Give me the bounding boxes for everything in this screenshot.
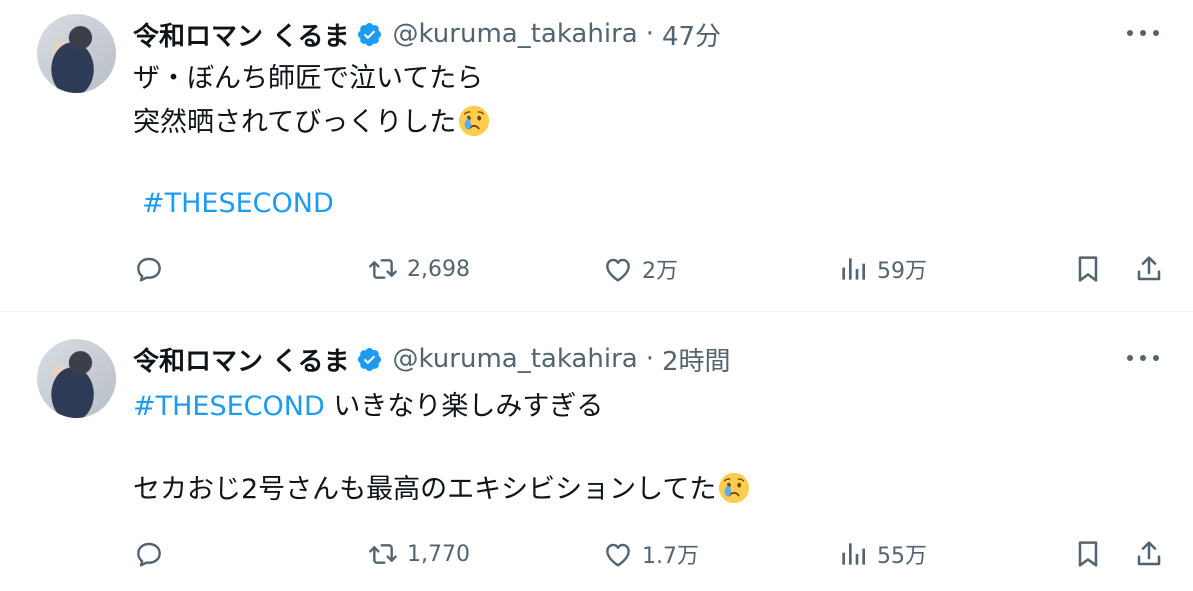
hashtag-link[interactable]: #THESECOND (142, 182, 334, 226)
tweet-text-line: セカおじ2号さんも最高のエキシビションしてた (133, 468, 751, 512)
reply-button[interactable] (133, 249, 165, 289)
reply-icon (133, 253, 165, 285)
share-button[interactable] (1133, 249, 1165, 289)
tweet-text-line: 突然晒されてびっくりした (133, 101, 491, 145)
avatar[interactable] (37, 339, 116, 418)
tweet-text-line: #THESECOND いきなり楽しみすぎる (133, 385, 603, 429)
like-button[interactable]: 2万 (602, 249, 678, 289)
views-icon (837, 538, 869, 570)
verified-badge-icon[interactable] (356, 21, 383, 48)
retweet-button[interactable]: 2,698 (367, 249, 470, 289)
tweet-text: いきなり楽しみすぎる (324, 391, 604, 422)
retweet-count: 1,770 (407, 541, 470, 567)
bookmark-button[interactable] (1072, 249, 1104, 289)
tweet-header: 令和ロマン くるま @kuruma_takahira · 2時間 (133, 341, 731, 378)
retweet-count: 2,698 (407, 256, 470, 282)
like-count: 2万 (642, 259, 678, 284)
views-button[interactable]: 55万 (837, 534, 927, 574)
heart-icon (602, 253, 634, 285)
bookmark-button[interactable] (1072, 534, 1104, 574)
avatar[interactable] (37, 14, 116, 93)
bookmark-icon (1072, 253, 1104, 285)
separator: · (645, 344, 654, 374)
tweet-actions: 2,698 2万 59万 (133, 249, 1173, 289)
user-handle[interactable]: @kuruma_takahira (393, 344, 638, 374)
like-button[interactable]: 1.7万 (602, 534, 699, 574)
separator: · (645, 19, 654, 49)
reply-button[interactable] (133, 534, 165, 574)
heart-icon (602, 538, 634, 570)
views-icon (837, 253, 869, 285)
crying-face-emoji (717, 471, 751, 505)
more-icon[interactable] (1123, 341, 1163, 375)
more-icon[interactable] (1123, 16, 1163, 50)
tweet-header: 令和ロマン くるま @kuruma_takahira · 47分 (133, 16, 721, 53)
tweet-actions: 1,770 1.7万 55万 (133, 534, 1173, 574)
bookmark-icon (1072, 538, 1104, 570)
display-name[interactable]: 令和ロマン くるま (133, 16, 350, 53)
tweet[interactable]: 令和ロマン くるま @kuruma_takahira · 2時間 #THESEC… (0, 313, 1193, 591)
like-count: 1.7万 (642, 544, 699, 569)
timestamp[interactable]: 47分 (662, 16, 721, 53)
tweet-text-line: ザ・ぼんち師匠で泣いてたら (133, 63, 484, 94)
timestamp[interactable]: 2時間 (662, 341, 731, 378)
retweet-icon (367, 538, 399, 570)
hashtag-link[interactable]: #THESECOND (133, 391, 325, 422)
tweet-text: 突然晒されてびっくりした (133, 107, 457, 138)
retweet-button[interactable]: 1,770 (367, 534, 470, 574)
verified-badge-icon[interactable] (356, 346, 383, 373)
share-icon (1133, 538, 1165, 570)
share-icon (1133, 253, 1165, 285)
view-count: 59万 (877, 259, 927, 284)
share-button[interactable] (1133, 534, 1165, 574)
reply-icon (133, 538, 165, 570)
display-name[interactable]: 令和ロマン くるま (133, 341, 350, 378)
user-handle[interactable]: @kuruma_takahira (393, 19, 638, 49)
crying-face-emoji (457, 104, 491, 138)
tweet[interactable]: 令和ロマン くるま @kuruma_takahira · 47分 ザ・ぼんち師匠… (0, 0, 1193, 312)
tweet-text: セカおじ2号さんも最高のエキシビションしてた (133, 474, 717, 505)
retweet-icon (367, 253, 399, 285)
views-button[interactable]: 59万 (837, 249, 927, 289)
view-count: 55万 (877, 544, 927, 569)
